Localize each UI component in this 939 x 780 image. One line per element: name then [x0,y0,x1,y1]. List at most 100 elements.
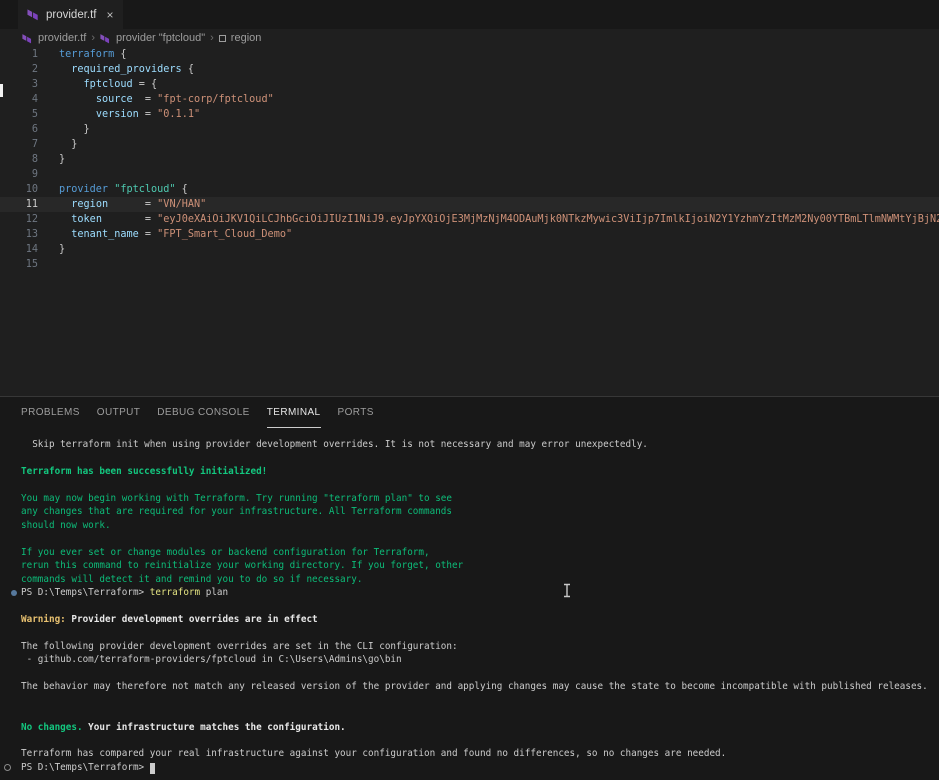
terminal-line: PS D:\Temps\Terraform> terraform plan [21,586,939,599]
code-line[interactable]: 4 source = "fpt-corp/fptcloud" [0,92,939,107]
terminal-line: If you ever set or change modules or bac… [21,546,939,559]
code-line[interactable]: 8} [0,152,939,167]
line-number: 6 [0,122,38,137]
code-text: region = "VN/HAN" [59,197,206,212]
symbol-field-icon [219,35,226,42]
terminal-line [21,532,939,545]
editor-lines: 1terraform {2 required_providers {3 fptc… [0,47,939,272]
line-number: 11 [0,197,38,212]
line-number: 12 [0,212,38,227]
code-line[interactable]: 2 required_providers { [0,62,939,77]
code-text: tenant_name = "FPT_Smart_Cloud_Demo" [59,227,292,242]
chevron-right-icon: › [91,32,95,44]
terminal-line: The following provider development overr… [21,640,939,653]
terminal-line [21,734,939,747]
terminal-line: any changes that are required for your i… [21,505,939,518]
code-line[interactable]: 3 fptcloud = { [0,77,939,92]
breadcrumb: provider.tf › provider "fptcloud" › regi… [0,29,939,47]
line-number: 10 [0,182,38,197]
code-text: fptcloud = { [59,77,157,92]
code-text [59,167,65,182]
breadcrumb-item-file[interactable]: provider.tf [38,32,86,44]
code-line[interactable]: 5 version = "0.1.1" [0,107,939,122]
terraform-icon [22,33,33,44]
tab-ports[interactable]: PORTS [338,397,374,428]
line-number: 13 [0,227,38,242]
close-icon[interactable]: × [107,8,114,22]
terminal-line: Terraform has been successfully initiali… [21,465,939,478]
code-text: required_providers { [59,62,194,77]
terminal-line [21,667,939,680]
terminal-content: Skip terraform init when using provider … [21,438,939,774]
line-number: 3 [0,77,38,92]
command-decoration-icon[interactable] [4,764,11,771]
terraform-icon [27,8,40,21]
tab-debug-console[interactable]: DEBUG CONSOLE [157,397,249,428]
terminal-line: - github.com/terraform-providers/fptclou… [21,653,939,666]
terminal-line [21,626,939,639]
line-number: 15 [0,257,38,272]
terminal-line: Warning: Provider development overrides … [21,613,939,626]
terminal-line: You may now begin working with Terraform… [21,492,939,505]
activity-bar-indicator [0,84,3,97]
mouse-cursor-ibeam [562,583,572,598]
tab-terminal[interactable]: TERMINAL [267,397,321,428]
code-text: } [59,152,65,167]
breadcrumb-item-provider[interactable]: provider "fptcloud" [116,32,205,44]
terraform-icon [100,33,111,44]
line-number: 1 [0,47,38,62]
editor-tab-bar: provider.tf × [0,0,939,29]
terminal-line: rerun this command to reinitialize your … [21,559,939,572]
code-text: version = "0.1.1" [59,107,200,122]
tab-label: provider.tf [46,9,97,21]
code-text: } [59,242,65,257]
code-line[interactable]: 7 } [0,137,939,152]
line-number: 5 [0,107,38,122]
code-line[interactable]: 10 provider "fptcloud" { [0,182,939,197]
terminal-line [21,599,939,612]
panel-tab-bar: PROBLEMS OUTPUT DEBUG CONSOLE TERMINAL P… [0,397,939,428]
line-number: 14 [0,242,38,257]
line-number: 8 [0,152,38,167]
tab-output[interactable]: OUTPUT [97,397,141,428]
terminal-line: Skip terraform init when using provider … [21,438,939,451]
terminal-line: should now work. [21,519,939,532]
terminal-line: commands will detect it and remind you t… [21,573,939,586]
code-line[interactable]: 11 region = "VN/HAN" [0,197,939,212]
terminal-line [21,707,939,720]
terminal-line [21,694,939,707]
code-text: token = "eyJ0eXAiOiJKV1QiLCJhbGciOiJIUzI… [59,212,939,227]
breadcrumb-item-region[interactable]: region [231,32,262,44]
code-text: source = "fpt-corp/fptcloud" [59,92,274,107]
tab-provider-tf[interactable]: provider.tf × [18,0,123,29]
code-line[interactable]: 14} [0,242,939,257]
line-number: 2 [0,62,38,77]
line-number: 9 [0,167,38,182]
command-decoration-icon[interactable] [11,590,17,596]
tab-problems[interactable]: PROBLEMS [21,397,80,428]
editor[interactable]: 1terraform {2 required_providers {3 fptc… [0,47,939,396]
code-line[interactable]: 12 token = "eyJ0eXAiOiJKV1QiLCJhbGciOiJI… [0,212,939,227]
code-line[interactable]: 6 } [0,122,939,137]
code-text [59,257,65,272]
code-line[interactable]: 15 [0,257,939,272]
terminal-cursor [150,763,156,774]
vscode-window: provider.tf × provider.tf › provider "fp… [0,0,939,47]
chevron-right-icon: › [210,32,214,44]
code-line[interactable]: 13 tenant_name = "FPT_Smart_Cloud_Demo" [0,227,939,242]
line-number: 4 [0,92,38,107]
terminal-line: No changes. Your infrastructure matches … [21,721,939,734]
code-line[interactable]: 1 terraform { [0,47,939,62]
terminal-line: Terraform has compared your real infrast… [21,747,939,760]
terminal-line: PS D:\Temps\Terraform> [21,761,939,774]
bottom-panel: PROBLEMS OUTPUT DEBUG CONSOLE TERMINAL P… [0,396,939,780]
terminal-line [21,478,939,491]
code-text: } [59,137,77,152]
terminal-line [21,451,939,464]
terminal[interactable]: Skip terraform init when using provider … [0,428,939,780]
code-text: terraform { [59,47,126,62]
terminal-line: The behavior may therefore not match any… [21,680,939,693]
code-line[interactable]: 9 [0,167,939,182]
code-text: } [59,122,90,137]
code-text: provider "fptcloud" { [59,182,188,197]
